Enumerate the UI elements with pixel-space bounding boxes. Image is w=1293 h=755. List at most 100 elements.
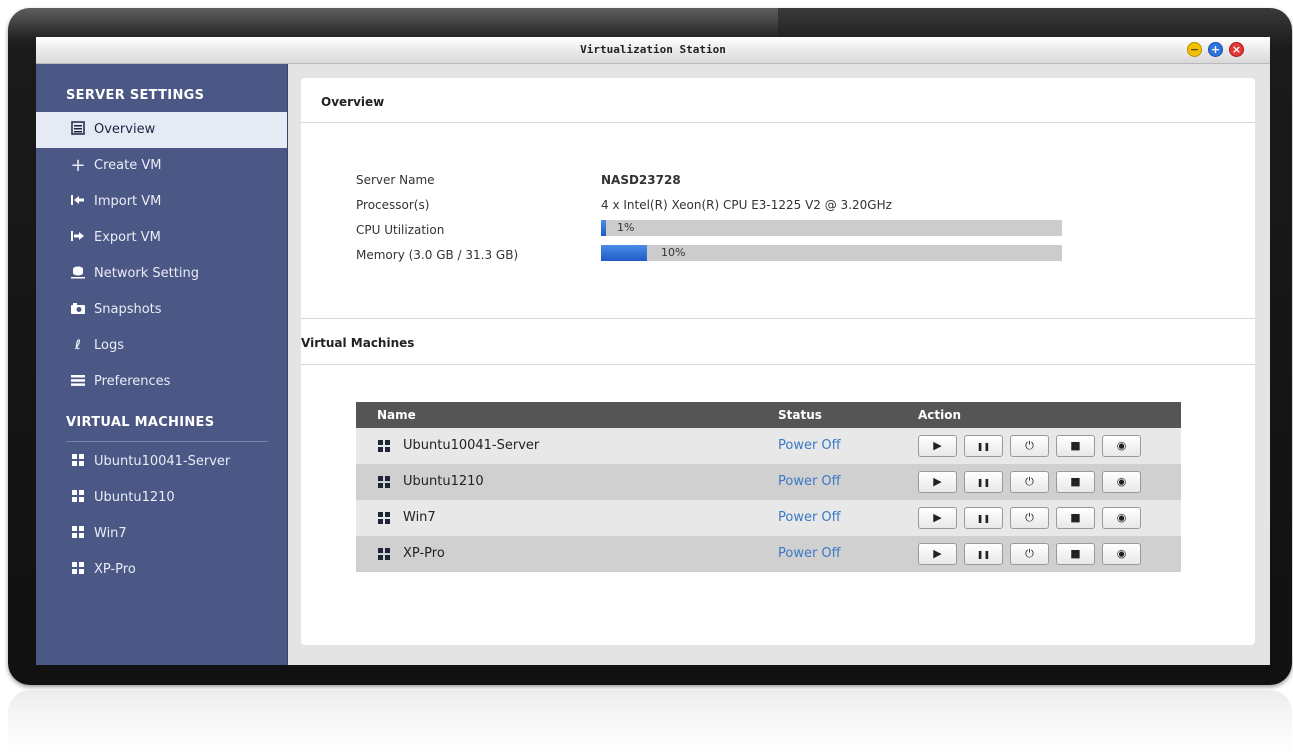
vm-name: Ubuntu10041-Server xyxy=(403,438,540,453)
vm-grid-icon xyxy=(378,511,390,527)
vm-grid-icon xyxy=(70,516,86,552)
camera-icon xyxy=(70,292,86,328)
pause-button[interactable]: ❚❚ xyxy=(964,507,1003,529)
pause-icon: ❚❚ xyxy=(976,550,991,559)
overview-title: Overview xyxy=(321,95,385,109)
close-icon[interactable]: × xyxy=(1229,42,1244,57)
network-icon xyxy=(70,256,86,292)
plus-icon: + xyxy=(70,155,86,176)
table-row: Ubuntu1210 Power Off ▶ ❚❚ ⏻ ■ ◉ xyxy=(356,464,1181,500)
server-name-value: NASD23728 xyxy=(601,173,681,187)
sidebar-item-label: Logs xyxy=(94,338,124,353)
sidebar-item-overview[interactable]: Overview xyxy=(36,112,287,148)
bezel-shine xyxy=(8,8,778,38)
maximize-icon[interactable]: + xyxy=(1208,42,1223,57)
view-button[interactable]: ◉ xyxy=(1102,543,1141,565)
server-settings-heading: SERVER SETTINGS xyxy=(66,88,205,103)
sidebar-item-vm-ubuntu1210[interactable]: Ubuntu1210 xyxy=(36,480,287,516)
sidebar-item-preferences[interactable]: Preferences xyxy=(36,364,287,400)
processor-value: 4 x Intel(R) Xeon(R) CPU E3-1225 V2 @ 3.… xyxy=(601,198,892,212)
view-icon: ◉ xyxy=(1116,547,1127,560)
column-status: Status xyxy=(778,408,822,422)
vm-name: XP-Pro xyxy=(403,546,445,561)
sidebar-item-label: Win7 xyxy=(94,526,127,541)
sidebar-item-create-vm[interactable]: + Create VM xyxy=(36,148,287,184)
vm-grid-icon xyxy=(70,444,86,480)
overview-icon xyxy=(70,112,86,148)
sidebar-item-vm-ubuntu10041[interactable]: Ubuntu10041-Server xyxy=(36,444,287,480)
play-button[interactable]: ▶ xyxy=(918,471,957,493)
cpu-utilization-bar: 1% xyxy=(601,220,1062,236)
monitor-reflection xyxy=(8,690,1292,755)
vm-name: Win7 xyxy=(403,510,436,525)
sidebar-item-label: Ubuntu10041-Server xyxy=(94,454,231,469)
window-title: Virtualization Station xyxy=(580,43,726,56)
power-button[interactable]: ⏻ xyxy=(1010,435,1049,457)
pause-button[interactable]: ❚❚ xyxy=(964,435,1003,457)
pause-icon: ❚❚ xyxy=(976,442,991,451)
stop-icon: ■ xyxy=(1070,475,1081,488)
memory-usage-bar: 10% xyxy=(601,245,1062,261)
view-button[interactable]: ◉ xyxy=(1102,471,1141,493)
vm-grid-icon xyxy=(378,475,390,491)
cpu-utilization-fill xyxy=(601,220,606,236)
power-icon: ⏻ xyxy=(1025,439,1034,452)
processor-label: Processor(s) xyxy=(356,198,430,212)
play-button[interactable]: ▶ xyxy=(918,507,957,529)
power-icon: ⏻ xyxy=(1025,547,1034,560)
window-titlebar: Virtualization Station − + × xyxy=(36,37,1270,64)
vm-table-header: Name Status Action xyxy=(356,402,1181,428)
sidebar-item-vm-win7[interactable]: Win7 xyxy=(36,516,287,552)
vm-status: Power Off xyxy=(778,510,841,525)
pause-button[interactable]: ❚❚ xyxy=(964,471,1003,493)
pause-icon: ❚❚ xyxy=(976,514,991,523)
play-button[interactable]: ▶ xyxy=(918,543,957,565)
column-name: Name xyxy=(377,408,416,422)
screen: Virtualization Station − + × SERVER SETT… xyxy=(36,37,1270,665)
view-button[interactable]: ◉ xyxy=(1102,507,1141,529)
sidebar-item-logs[interactable]: ℓ Logs xyxy=(36,328,287,364)
play-button[interactable]: ▶ xyxy=(918,435,957,457)
play-icon: ▶ xyxy=(933,511,942,524)
power-icon: ⏻ xyxy=(1025,475,1034,488)
stop-button[interactable]: ■ xyxy=(1056,435,1095,457)
sidebar-item-export-vm[interactable]: Export VM xyxy=(36,220,287,256)
view-icon: ◉ xyxy=(1116,475,1127,488)
virtual-machines-title: Virtual Machines xyxy=(301,336,415,350)
sidebar-item-import-vm[interactable]: Import VM xyxy=(36,184,287,220)
memory-label: Memory (3.0 GB / 31.3 GB) xyxy=(356,248,519,262)
pause-icon: ❚❚ xyxy=(976,478,991,487)
power-button[interactable]: ⏻ xyxy=(1010,543,1049,565)
sidebar-item-label: XP-Pro xyxy=(94,562,136,577)
play-icon: ▶ xyxy=(933,475,942,488)
virtual-machines-heading: VIRTUAL MACHINES xyxy=(66,415,215,430)
view-button[interactable]: ◉ xyxy=(1102,435,1141,457)
vm-grid-icon xyxy=(378,439,390,455)
stop-button[interactable]: ■ xyxy=(1056,507,1095,529)
stop-icon: ■ xyxy=(1070,547,1081,560)
vm-status: Power Off xyxy=(778,438,841,453)
pause-button[interactable]: ❚❚ xyxy=(964,543,1003,565)
sidebar-item-network-setting[interactable]: Network Setting xyxy=(36,256,287,292)
sidebar-divider xyxy=(66,441,268,442)
logs-icon: ℓ xyxy=(74,338,82,353)
view-icon: ◉ xyxy=(1116,511,1127,524)
table-row: Ubuntu10041-Server Power Off ▶ ❚❚ ⏻ ■ ◉ xyxy=(356,428,1181,464)
sidebar-item-label: Snapshots xyxy=(94,302,162,317)
export-icon xyxy=(70,220,86,256)
vm-grid-icon xyxy=(70,552,86,588)
column-action: Action xyxy=(918,408,962,422)
minimize-icon[interactable]: − xyxy=(1187,42,1202,57)
power-button[interactable]: ⏻ xyxy=(1010,507,1049,529)
stop-button[interactable]: ■ xyxy=(1056,543,1095,565)
vm-status: Power Off xyxy=(778,546,841,561)
vm-grid-icon xyxy=(378,547,390,563)
memory-usage-fill xyxy=(601,245,648,261)
sidebar-item-snapshots[interactable]: Snapshots xyxy=(36,292,287,328)
sidebar-item-vm-xp-pro[interactable]: XP-Pro xyxy=(36,552,287,588)
power-button[interactable]: ⏻ xyxy=(1010,471,1049,493)
stop-button[interactable]: ■ xyxy=(1056,471,1095,493)
server-name-label: Server Name xyxy=(356,173,435,187)
vm-section-divider xyxy=(301,364,1255,365)
sidebar-item-label: Network Setting xyxy=(94,266,199,281)
